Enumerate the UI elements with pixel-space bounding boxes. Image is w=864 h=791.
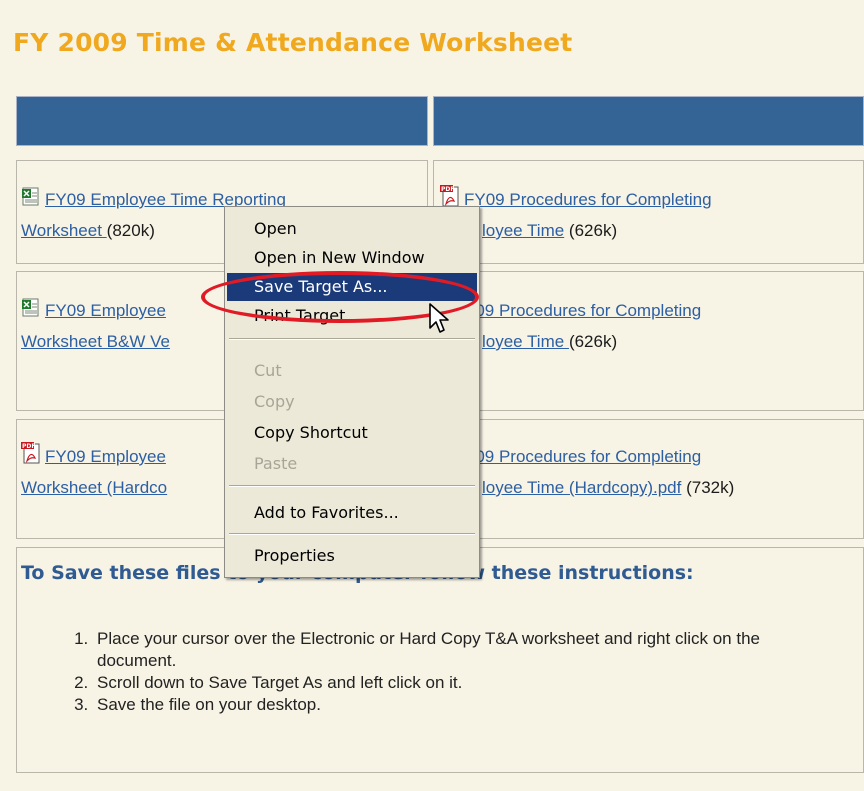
menu-separator bbox=[229, 533, 475, 535]
instructions-panel: To Save these files to your computer fol… bbox=[16, 547, 864, 773]
menu-separator bbox=[229, 338, 475, 340]
table-header-left bbox=[16, 96, 428, 146]
context-menu: Open Open in New Window Save Target As..… bbox=[224, 206, 480, 578]
table-row: PDF Y09 Procedures for Completing loyee … bbox=[433, 419, 864, 539]
menu-item-copy-shortcut[interactable]: Copy Shortcut bbox=[227, 419, 477, 447]
employee-time-reporting-link-cont[interactable]: Worksheet bbox=[21, 221, 107, 240]
procedures-completing-link[interactable]: FY09 Procedures for Completing bbox=[464, 190, 712, 209]
svg-text:PDF: PDF bbox=[22, 443, 35, 450]
list-item: Scroll down to Save Target As and left c… bbox=[93, 672, 843, 694]
menu-item-save-target-as[interactable]: Save Target As... bbox=[227, 273, 477, 301]
menu-item-properties[interactable]: Properties bbox=[227, 542, 477, 570]
page-title: FY 2009 Time & Attendance Worksheet bbox=[13, 28, 573, 57]
procedures-bw-link-cont[interactable]: loyee Time bbox=[482, 332, 569, 351]
pdf-icon: PDF bbox=[21, 442, 41, 473]
employee-bw-link-cont[interactable]: Worksheet B&W Ve bbox=[21, 332, 170, 351]
file-size: (820k) bbox=[106, 221, 155, 240]
table-row: PDF FY09 Procedures for Completing loyee… bbox=[433, 160, 864, 264]
excel-icon bbox=[21, 187, 41, 216]
file-size: (626k) bbox=[568, 332, 618, 351]
menu-item-open-new-window[interactable]: Open in New Window bbox=[227, 244, 477, 272]
menu-item-add-to-favorites[interactable]: Add to Favorites... bbox=[227, 499, 477, 527]
employee-bw-link[interactable]: FY09 Employee bbox=[45, 301, 166, 320]
procedures-bw-link[interactable]: Y09 Procedures for Completing bbox=[464, 301, 701, 320]
menu-item-open[interactable]: Open bbox=[227, 215, 477, 243]
table-row: PDF Y09 Procedures for Completing loyee … bbox=[433, 271, 864, 411]
instructions-steps: Place your cursor over the Electronic or… bbox=[53, 628, 843, 716]
excel-icon bbox=[21, 298, 41, 327]
list-item: Place your cursor over the Electronic or… bbox=[93, 628, 843, 672]
list-item: Save the file on your desktop. bbox=[93, 694, 843, 716]
file-size: (626k) bbox=[564, 221, 618, 240]
employee-hardcopy-link-cont[interactable]: Worksheet (Hardco bbox=[21, 478, 167, 497]
mouse-cursor-icon bbox=[429, 303, 449, 333]
menu-item-copy: Copy bbox=[254, 392, 295, 411]
menu-item-paste: Paste bbox=[254, 454, 298, 473]
employee-hardcopy-link[interactable]: FY09 Employee bbox=[45, 447, 166, 466]
procedures-completing-link-cont[interactable]: loyee Time bbox=[482, 221, 564, 240]
table-header-right bbox=[433, 96, 864, 146]
file-size: (732k) bbox=[681, 478, 735, 497]
menu-item-cut: Cut bbox=[254, 361, 282, 380]
menu-separator bbox=[229, 485, 475, 487]
procedures-hardcopy-link-cont[interactable]: loyee Time (Hardcopy).pdf bbox=[482, 478, 681, 497]
svg-text:PDF: PDF bbox=[441, 186, 454, 193]
procedures-hardcopy-link[interactable]: Y09 Procedures for Completing bbox=[464, 447, 701, 466]
